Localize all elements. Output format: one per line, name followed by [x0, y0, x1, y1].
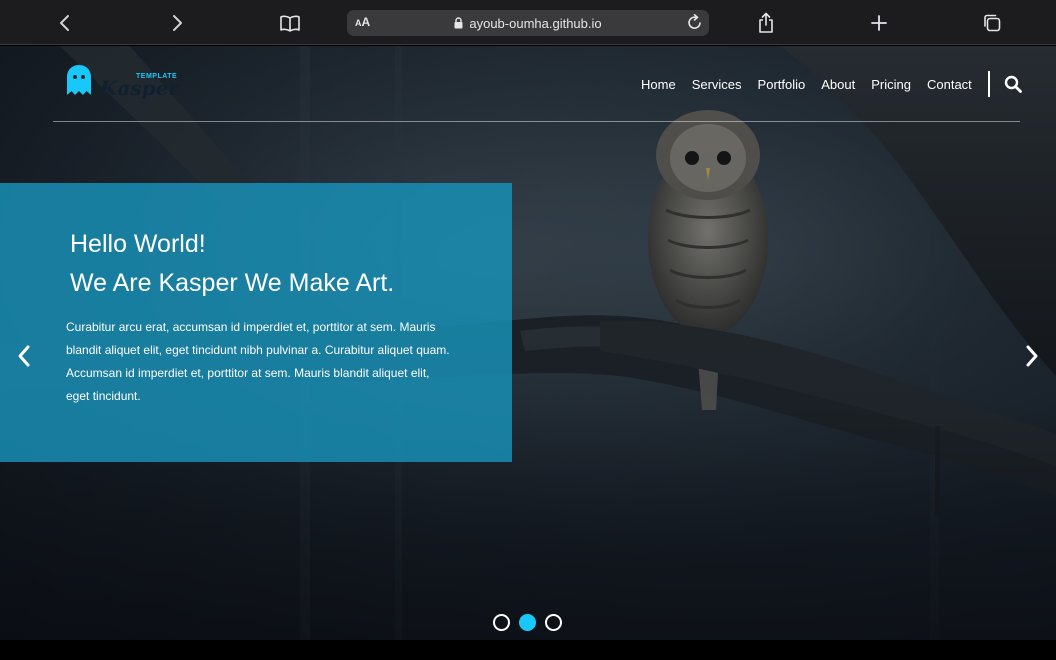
page-bottom-strip: [0, 640, 1056, 660]
back-button[interactable]: [50, 8, 80, 38]
nav-portfolio[interactable]: Portfolio: [758, 77, 806, 92]
main-nav: Home Services Portfolio About Pricing Co…: [641, 71, 1022, 97]
nav-divider: [987, 71, 990, 97]
hero-title: Hello World! We Are Kasper We Make Art.: [70, 225, 394, 303]
forward-icon: [173, 15, 182, 31]
search-icon: [1004, 75, 1022, 93]
search-button[interactable]: [1004, 75, 1022, 93]
bookmarks-button[interactable]: [275, 8, 305, 38]
nav-home[interactable]: Home: [641, 77, 676, 92]
lock-icon: [454, 17, 463, 29]
new-tab-icon: [871, 15, 887, 31]
slide-dot-1[interactable]: [493, 614, 510, 631]
chevron-right-icon: [1026, 345, 1038, 367]
hero-slider: Kasper TEMPLATE Home Services Portfolio …: [0, 46, 1056, 640]
nav-contact[interactable]: Contact: [927, 77, 972, 92]
address-bar[interactable]: AA ayoub-oumha.github.io: [347, 10, 709, 36]
forward-button[interactable]: [162, 8, 192, 38]
text-size-button[interactable]: AA: [355, 15, 370, 29]
hero-body-text: Curabitur arcu erat, accumsan id imperdi…: [66, 320, 450, 403]
hero-text-panel: Hello World! We Are Kasper We Make Art. …: [0, 183, 512, 462]
bookmarks-icon: [280, 15, 300, 32]
header-divider: [53, 121, 1020, 122]
prev-slide-button[interactable]: [16, 344, 32, 373]
next-slide-button[interactable]: [1024, 344, 1040, 373]
new-tab-button[interactable]: [864, 8, 894, 38]
chevron-left-icon: [18, 345, 30, 367]
ghost-logo-icon: [67, 65, 91, 95]
share-icon: [759, 12, 773, 33]
slide-dot-2-active[interactable]: [519, 614, 536, 631]
back-icon: [60, 15, 69, 31]
reload-icon[interactable]: [687, 14, 703, 31]
browser-toolbar: AA ayoub-oumha.github.io: [0, 0, 1056, 45]
hero-title-line2: We Are Kasper We Make Art.: [70, 269, 395, 297]
logo-template-label: TEMPLATE: [136, 73, 178, 80]
site-logo[interactable]: Kasper TEMPLATE: [66, 64, 186, 100]
tabs-icon: [984, 14, 1001, 32]
slide-dot-3[interactable]: [545, 614, 562, 631]
slider-dots: [493, 614, 571, 631]
share-button[interactable]: [751, 8, 781, 38]
nav-services[interactable]: Services: [692, 77, 742, 92]
tabs-button[interactable]: [977, 8, 1007, 38]
nav-pricing[interactable]: Pricing: [871, 77, 911, 92]
hero-title-line1: Hello World!: [70, 230, 206, 258]
nav-about[interactable]: About: [821, 77, 855, 92]
url-text: ayoub-oumha.github.io: [469, 15, 602, 31]
